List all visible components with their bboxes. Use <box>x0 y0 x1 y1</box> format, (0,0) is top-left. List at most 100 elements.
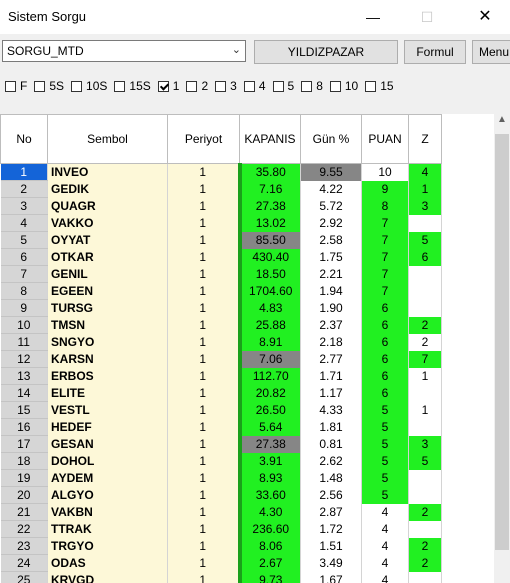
formul-button[interactable]: Formul <box>404 40 466 64</box>
cell-symbol: KRVGD <box>47 571 168 583</box>
cell-period: 1 <box>167 537 240 555</box>
chevron-down-icon[interactable]: ⌄ <box>232 43 241 56</box>
checkbox-empty-icon[interactable] <box>34 81 46 92</box>
checkbox-empty-icon[interactable] <box>71 81 83 92</box>
table-row[interactable]: 8 EGEEN 1 1704.60 1.94 7 <box>0 282 442 300</box>
cell-z <box>408 469 442 487</box>
checkbox-empty-icon[interactable] <box>5 81 16 92</box>
checkbox-empty-icon[interactable] <box>114 81 126 92</box>
checkbox-empty-icon[interactable] <box>329 81 341 92</box>
cell-gun-pct: 1.71 <box>300 367 362 385</box>
period-checkbox-label: 4 <box>258 79 266 93</box>
table-row[interactable]: 21 VAKBN 1 4.30 2.87 4 2 <box>0 503 442 521</box>
cell-symbol: GESAN <box>47 435 168 453</box>
cell-no: 10 <box>0 316 48 334</box>
cell-symbol: OTKAR <box>47 248 168 266</box>
cell-period: 1 <box>167 469 240 487</box>
close-button[interactable]: ✕ <box>470 4 500 30</box>
column-header-puan[interactable]: PUAN <box>361 114 409 164</box>
cell-no: 18 <box>0 452 48 470</box>
cell-period: 1 <box>167 265 240 283</box>
cell-gun-pct: 1.51 <box>300 537 362 555</box>
period-checkbox[interactable]: 3 <box>215 79 237 93</box>
table-row[interactable]: 2 GEDIK 1 7.16 4.22 9 1 <box>0 180 442 198</box>
table-row[interactable]: 13 ERBOS 1 112.70 1.71 6 1 <box>0 367 442 385</box>
column-header-kapanis[interactable]: KAPANIS <box>239 114 301 164</box>
table-row[interactable]: 12 KARSN 1 7.06 2.77 6 7 <box>0 350 442 368</box>
table-row[interactable]: 10 TMSN 1 25.88 2.37 6 2 <box>0 316 442 334</box>
table-row[interactable]: 22 TTRAK 1 236.60 1.72 4 <box>0 520 442 538</box>
scroll-up-icon[interactable]: ▲ <box>497 114 507 125</box>
table-row[interactable]: 25 KRVGD 1 9.73 1.67 4 <box>0 571 442 583</box>
checkbox-empty-icon[interactable] <box>215 81 227 92</box>
table-row[interactable]: 19 AYDEM 1 8.93 1.48 5 <box>0 469 442 487</box>
scrollbar-thumb[interactable] <box>495 134 509 550</box>
menu-button[interactable]: Menu <box>472 40 510 64</box>
cell-period: 1 <box>167 231 240 249</box>
checkbox-empty-icon[interactable] <box>243 81 255 92</box>
cell-puan: 6 <box>361 333 409 351</box>
column-header-z[interactable]: Z <box>408 114 442 164</box>
cell-gun-pct: 2.56 <box>300 486 362 504</box>
period-checkbox[interactable]: 15S <box>114 79 151 93</box>
period-checkbox[interactable]: F <box>5 79 27 93</box>
column-header-periyot[interactable]: Periyot <box>167 114 240 164</box>
cell-period: 1 <box>167 452 240 470</box>
table-row[interactable]: 14 ELITE 1 20.82 1.17 6 <box>0 384 442 402</box>
table-row[interactable]: 1 INVEO 1 35.80 9.55 10 4 <box>0 163 442 181</box>
checkbox-empty-icon[interactable] <box>301 81 313 92</box>
cell-z <box>408 520 442 538</box>
table-row[interactable]: 4 VAKKO 1 13.02 2.92 7 <box>0 214 442 232</box>
cell-gun-pct: 4.33 <box>300 401 362 419</box>
table-row[interactable]: 9 TURSG 1 4.83 1.90 6 <box>0 299 442 317</box>
table-row[interactable]: 7 GENIL 1 18.50 2.21 7 <box>0 265 442 283</box>
cell-symbol: TMSN <box>47 316 168 334</box>
cell-z: 1 <box>408 180 442 198</box>
table-row[interactable]: 20 ALGYO 1 33.60 2.56 5 <box>0 486 442 504</box>
cell-symbol: TURSG <box>47 299 168 317</box>
table-row[interactable]: 6 OTKAR 1 430.40 1.75 7 6 <box>0 248 442 266</box>
minimize-button[interactable]: — <box>358 4 388 30</box>
period-checkbox[interactable]: 10S <box>71 79 107 93</box>
period-checkbox[interactable]: 4 <box>243 79 266 93</box>
table-row[interactable]: 17 GESAN 1 27.38 0.81 5 3 <box>0 435 442 453</box>
checkbox-empty-icon[interactable] <box>186 81 198 92</box>
window-title: Sistem Sorgu <box>8 9 87 24</box>
period-checkbox[interactable]: 5 <box>272 79 294 93</box>
column-header-no[interactable]: No <box>0 114 48 164</box>
period-checkbox-label: F <box>20 79 28 93</box>
cell-gun-pct: 1.90 <box>300 299 362 317</box>
table-row[interactable]: 23 TRGYO 1 8.06 1.51 4 2 <box>0 537 442 555</box>
period-checkbox[interactable]: 10 <box>329 79 358 93</box>
table-row[interactable]: 3 QUAGR 1 27.38 5.72 8 3 <box>0 197 442 215</box>
period-checkbox[interactable]: 1 <box>157 79 179 93</box>
cell-kapanis: 35.80 <box>237 163 301 181</box>
period-checkbox[interactable]: 15 <box>365 79 394 93</box>
cell-puan: 5 <box>361 401 409 419</box>
table-row[interactable]: 5 OYYAT 1 85.50 2.58 7 5 <box>0 231 442 249</box>
table-row[interactable]: 15 VESTL 1 26.50 4.33 5 1 <box>0 401 442 419</box>
checkbox-checked-icon[interactable] <box>157 81 169 92</box>
cell-kapanis: 33.60 <box>237 486 301 504</box>
cell-kapanis: 430.40 <box>237 248 301 266</box>
period-checkbox-label: 3 <box>230 79 237 93</box>
checkbox-empty-icon[interactable] <box>272 81 284 92</box>
cell-period: 1 <box>167 418 240 436</box>
vertical-scrollbar[interactable]: ▲ <box>494 114 510 583</box>
period-checkbox[interactable]: 2 <box>186 79 208 93</box>
period-checkbox[interactable]: 5S <box>34 79 64 93</box>
maximize-button[interactable]: ☐ <box>412 4 442 30</box>
cell-kapanis: 13.02 <box>237 214 301 232</box>
table-row[interactable]: 18 DOHOL 1 3.91 2.62 5 5 <box>0 452 442 470</box>
table-row[interactable]: 24 ODAS 1 2.67 3.49 4 2 <box>0 554 442 572</box>
column-header-sembol[interactable]: Sembol <box>47 114 168 164</box>
column-header-gun-pct[interactable]: Gün % <box>300 114 362 164</box>
query-select[interactable]: SORGU_MTD ⌄ <box>2 40 246 62</box>
checkbox-empty-icon[interactable] <box>365 81 377 92</box>
cell-gun-pct: 2.58 <box>300 231 362 249</box>
table-row[interactable]: 16 HEDEF 1 5.64 1.81 5 <box>0 418 442 436</box>
table-row[interactable]: 11 SNGYO 1 8.91 2.18 6 2 <box>0 333 442 351</box>
yildizpazar-button[interactable]: YILDIZPAZAR <box>254 40 398 64</box>
period-checkbox[interactable]: 8 <box>301 79 323 93</box>
cell-no: 13 <box>0 367 48 385</box>
